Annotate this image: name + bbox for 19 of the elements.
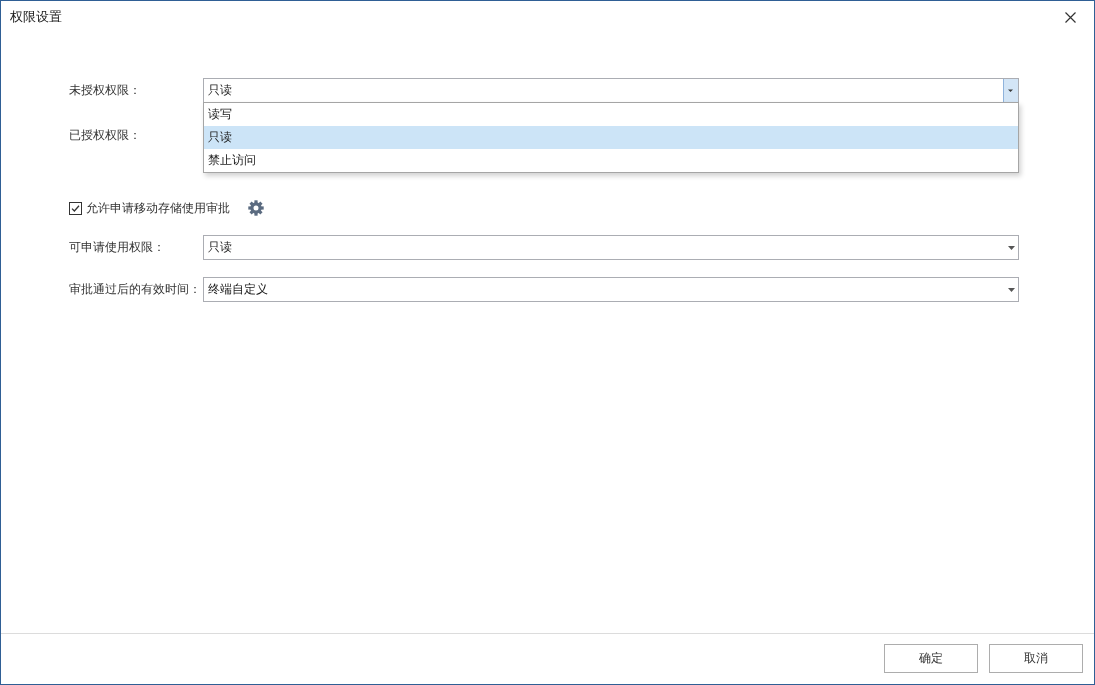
field-label: 审批通过后的有效时间：	[69, 282, 201, 296]
checkbox-label: 允许申请移动存储使用审批	[86, 199, 230, 217]
field-label: 可申请使用权限：	[69, 240, 165, 254]
dropdown-option[interactable]: 只读	[204, 126, 1018, 149]
settings-icon[interactable]	[248, 200, 264, 216]
checkbox[interactable]	[69, 201, 82, 215]
caret-icon[interactable]	[1008, 287, 1015, 292]
window-title: 权限设置	[10, 8, 62, 26]
field-label: 已授权权限：	[69, 127, 141, 144]
dropdown-option[interactable]: 读写	[204, 103, 1018, 126]
close-icon	[1064, 11, 1076, 23]
dropdown-option[interactable]: 禁止访问	[204, 149, 1018, 172]
dropdown-field[interactable]: 只读	[203, 235, 1019, 260]
dialog-button[interactable]: 确定	[884, 644, 978, 673]
dropdown-field[interactable]: 只读	[203, 78, 1019, 103]
dialog-button[interactable]: 取消	[989, 644, 1083, 673]
field-label: 未授权权限：	[69, 83, 141, 97]
dropdown-field[interactable]: 终端自定义	[203, 277, 1019, 302]
caret-icon[interactable]	[1008, 245, 1015, 250]
